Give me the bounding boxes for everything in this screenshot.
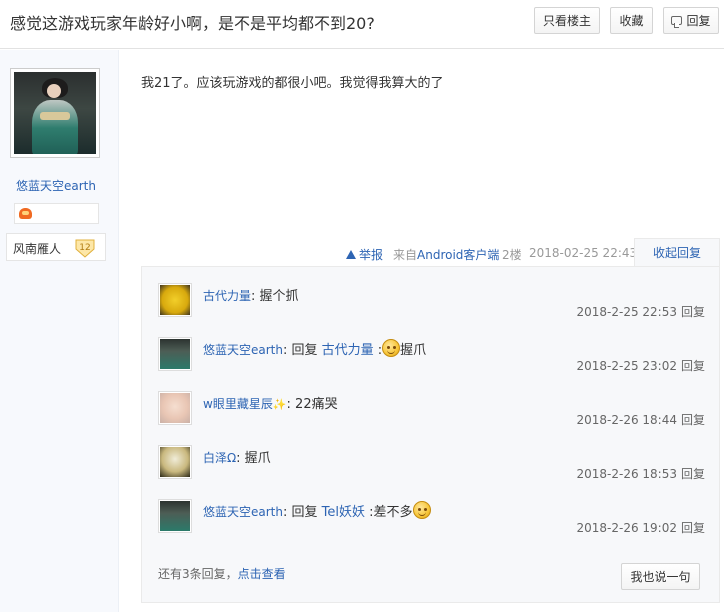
report-link[interactable]: 举报 — [346, 246, 383, 263]
post-content: 我21了。应该玩游戏的都很小吧。我觉得我算大的了 — [141, 76, 444, 91]
author-sidebar: 悠蓝天空earth 风南雁人 12 — [0, 50, 119, 612]
thread-title: 感觉这游戏玩家年龄好小啊，是不是平均都不到20? — [10, 14, 375, 33]
reply-button[interactable]: 回复 — [663, 7, 719, 34]
reply-reply-link[interactable]: 回复 — [681, 467, 705, 481]
reply-text: :差不多 — [364, 505, 413, 520]
view-more-link[interactable]: 点击查看 — [238, 567, 286, 581]
reply-text: : 握个抓 — [251, 289, 299, 304]
list-item: w眼里藏星辰✨: 22痛哭 2018-2-26 18:44 回复 — [158, 391, 705, 445]
list-item: 古代力量: 握个抓 2018-2-25 22:53 回复 — [158, 283, 705, 337]
reply-text-after: 握爪 — [400, 343, 427, 358]
reply-user[interactable]: w眼里藏星辰 — [203, 397, 273, 411]
reply-avatar[interactable] — [158, 445, 192, 479]
say-something-button[interactable]: 我也说一句 — [621, 563, 700, 590]
reply-target-user[interactable]: 古代力量 — [322, 343, 374, 358]
report-label: 举报 — [359, 248, 384, 262]
sparkle-icon: ✨ — [272, 398, 287, 411]
list-item: 白泽Ω: 握爪 2018-2-26 18:53 回复 — [158, 445, 705, 499]
smile-emoji-icon — [412, 501, 431, 519]
warning-icon — [346, 250, 356, 259]
reply-list: 古代力量: 握个抓 2018-2-25 22:53 回复 悠蓝天空earth: 回… — [141, 266, 720, 603]
reply-target-user[interactable]: Tel妖妖 — [322, 505, 365, 520]
reply-user[interactable]: 古代力量 — [203, 289, 251, 303]
reply-reply-link[interactable]: 回复 — [681, 305, 705, 319]
list-item: 悠蓝天空earth: 回复 古代力量 : 握爪 2018-2-25 23:02 回复 — [158, 337, 705, 391]
reply-user[interactable]: 悠蓝天空earth — [203, 505, 283, 519]
reply-avatar[interactable] — [158, 499, 192, 533]
author-avatar[interactable] — [10, 68, 100, 158]
author-level[interactable]: 风南雁人 12 — [6, 233, 106, 261]
reply-text: : 22痛哭 — [286, 397, 338, 412]
thread-header: 感觉这游戏玩家年龄好小啊，是不是平均都不到20? 只看楼主 收藏 回复 — [0, 0, 724, 49]
more-replies: 还有3条回复，点击查看 — [158, 565, 286, 582]
comment-icon — [671, 16, 683, 28]
reply-time: 2018-2-26 18:44 — [576, 413, 677, 427]
reply-text: : — [373, 343, 383, 358]
floor-number: 2楼 — [502, 248, 522, 262]
favorite-button[interactable]: 收藏 — [610, 7, 653, 34]
reply-avatar[interactable] — [158, 391, 192, 425]
reply-reply-link[interactable]: 回复 — [681, 413, 705, 427]
reply-prefix: : 回复 — [282, 505, 322, 520]
post-source: 来自Android客户端 — [393, 246, 499, 263]
author-badge[interactable] — [14, 203, 99, 224]
source-client-link[interactable]: Android客户端 — [417, 248, 499, 262]
reply-time: 2018-2-26 18:53 — [576, 467, 677, 481]
grin-emoji-icon — [382, 339, 401, 357]
reply-user[interactable]: 悠蓝天空earth — [203, 343, 283, 357]
more-replies-prefix: 还有3条回复， — [158, 567, 238, 581]
reply-time: 2018-2-25 22:53 — [576, 305, 677, 319]
list-item: 悠蓝天空earth: 回复 Tel妖妖 :差不多 2018-2-26 19:02… — [158, 499, 705, 553]
reply-time: 2018-2-25 23:02 — [576, 359, 677, 373]
reply-avatar[interactable] — [158, 337, 192, 371]
reply-button-label: 回复 — [686, 14, 711, 28]
post-time: 2018-02-25 22:43 — [529, 246, 638, 260]
reply-reply-link[interactable]: 回复 — [681, 521, 705, 535]
level-badge-icon: 12 — [75, 239, 95, 258]
source-prefix: 来自 — [393, 248, 418, 262]
reply-time: 2018-2-26 19:02 — [576, 521, 677, 535]
game-badge-icon — [19, 208, 32, 219]
collapse-replies-button[interactable]: 收起回复 — [634, 238, 720, 266]
reply-avatar[interactable] — [158, 283, 192, 317]
author-name[interactable]: 悠蓝天空earth — [0, 177, 112, 194]
reply-text: : 握爪 — [236, 451, 271, 466]
reply-prefix: : 回复 — [282, 343, 322, 358]
level-number: 12 — [79, 243, 90, 253]
level-name: 风南雁人 — [13, 242, 62, 256]
reply-user[interactable]: 白泽Ω — [203, 451, 236, 465]
only-author-button[interactable]: 只看楼主 — [534, 7, 600, 34]
reply-reply-link[interactable]: 回复 — [681, 359, 705, 373]
